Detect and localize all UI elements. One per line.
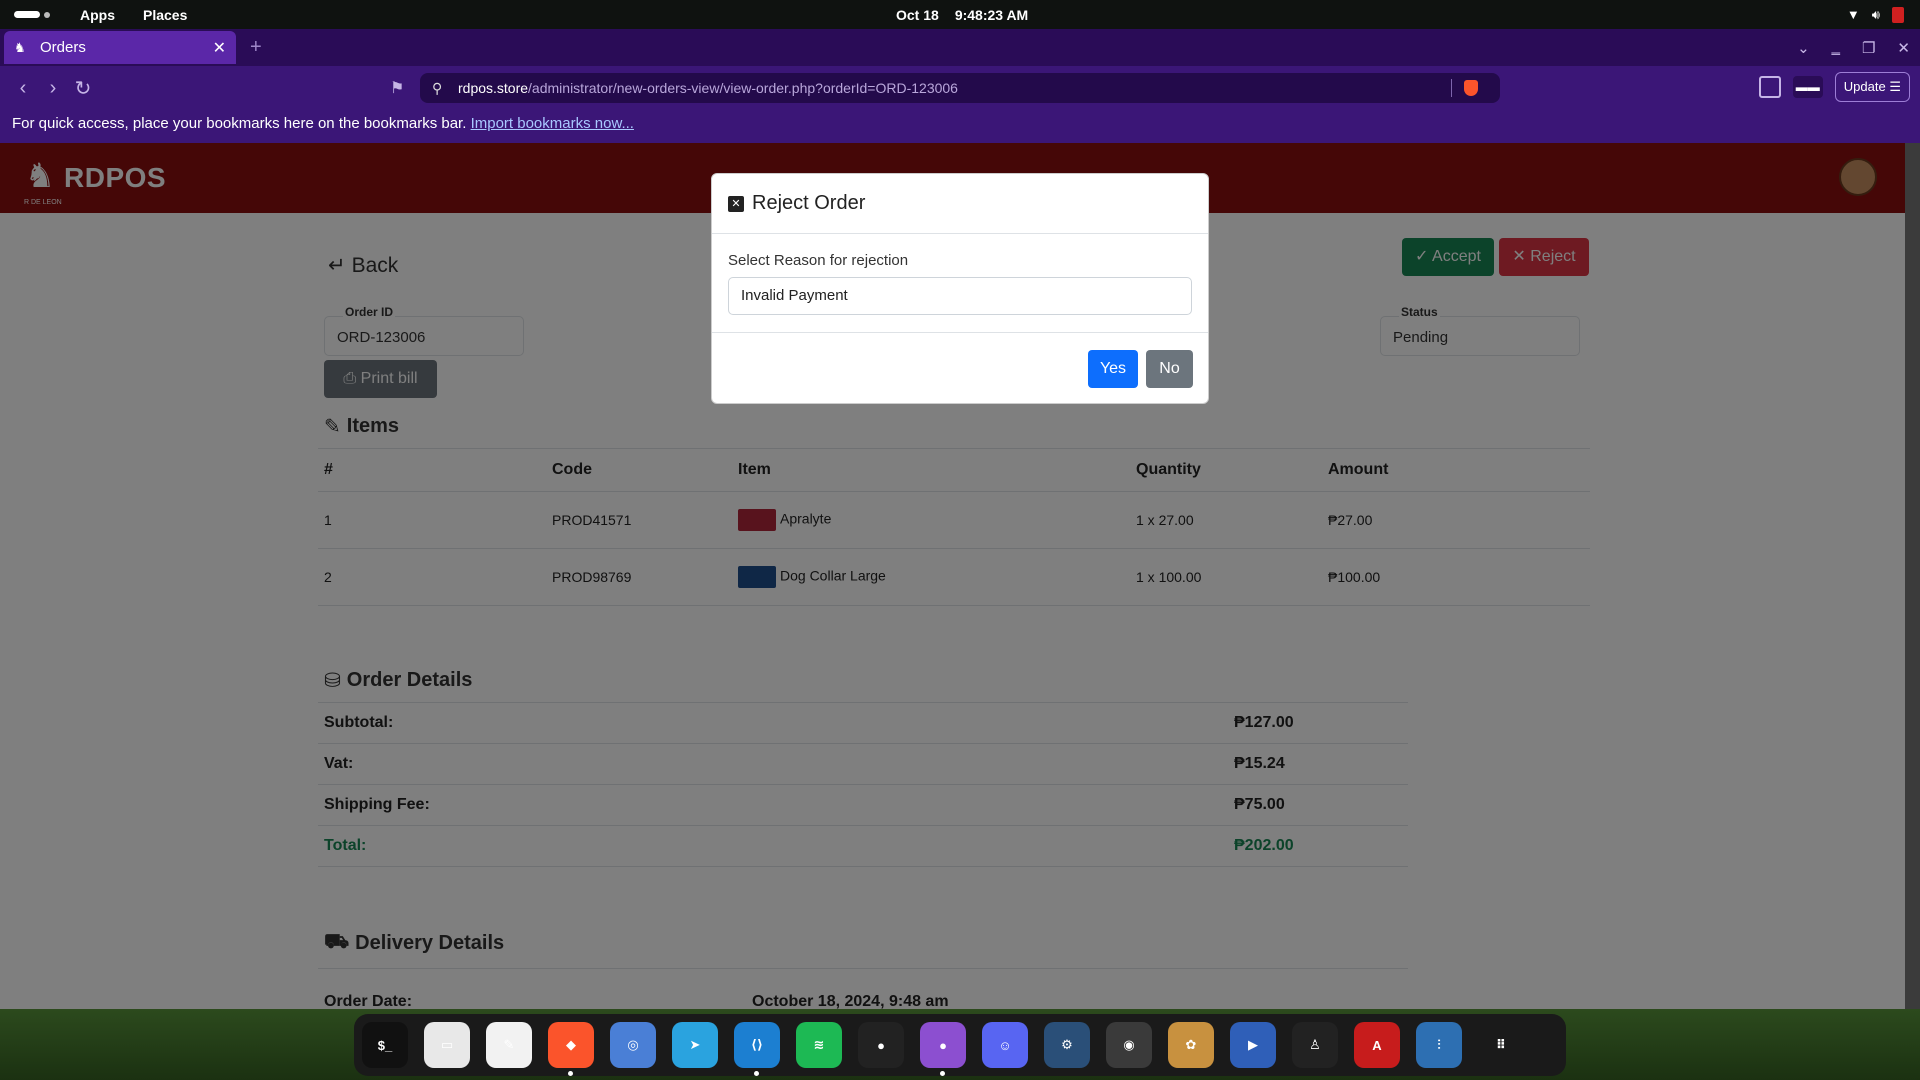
modal-header: ✕ Reject Order xyxy=(712,174,1208,234)
modal-body: Select Reason for rejection Invalid Paym… xyxy=(712,234,1208,333)
apps-menu[interactable]: Apps xyxy=(80,7,115,23)
new-tab-icon[interactable]: + xyxy=(250,36,262,59)
system-tray[interactable]: ▼ 🔊︎ xyxy=(1846,6,1904,23)
github-icon[interactable]: ● xyxy=(858,1022,904,1068)
modal-title: Reject Order xyxy=(752,192,866,214)
chromium-icon[interactable]: ◎ xyxy=(610,1022,656,1068)
discord-icon[interactable]: ☺ xyxy=(982,1022,1028,1068)
inkscape-icon[interactable]: ♙ xyxy=(1292,1022,1338,1068)
running-indicator xyxy=(568,1071,573,1076)
game-icon[interactable]: ✿ xyxy=(1168,1022,1214,1068)
pdf-icon[interactable]: A xyxy=(1354,1022,1400,1068)
tab-title: Orders xyxy=(40,39,86,56)
bookmark-icon[interactable]: ⚑ xyxy=(390,78,404,98)
browser-toolbar: ‹ › ↻ ⚑ ⚲ rdpos.store/administrator/new-… xyxy=(0,66,1920,110)
page-scrollbar[interactable] xyxy=(1905,143,1920,1009)
shopping-bag-x-icon: ✕ xyxy=(728,195,744,212)
sidebar-icon[interactable] xyxy=(1758,76,1781,98)
address-divider xyxy=(1451,79,1452,97)
battery-icon xyxy=(1892,6,1904,23)
import-bookmarks-link[interactable]: Import bookmarks now... xyxy=(471,115,634,132)
yes-button[interactable]: Yes xyxy=(1088,350,1138,388)
update-label: Update xyxy=(1843,79,1886,94)
bookmarks-bar: For quick access, place your bookmarks h… xyxy=(0,110,1920,143)
toolbar-actions: ▬▬ Update ☰ xyxy=(1758,72,1910,102)
wifi-icon: ▼ xyxy=(1846,7,1860,22)
tab-search-icon[interactable]: ⌄ xyxy=(1797,39,1810,57)
activities-indicator[interactable] xyxy=(14,11,50,18)
site-favicon-icon: ♞ xyxy=(14,39,26,55)
places-menu[interactable]: Places xyxy=(143,7,187,23)
volume-icon: 🔊︎ xyxy=(1871,6,1880,22)
brave-shields-icon[interactable] xyxy=(1464,80,1478,96)
brave-icon[interactable]: ◆ xyxy=(548,1022,594,1076)
github-desktop-icon[interactable]: ● xyxy=(920,1022,966,1076)
telegram-icon[interactable]: ➤ xyxy=(672,1022,718,1068)
dock: $_ ▭ ✎ ◆ ◎ ➤ ⟨⟩ ≋ ● ● ☺ ⚙ ◉ ✿ ▶ ♙ A ⫶ ⠿ xyxy=(354,1014,1566,1076)
steam-icon[interactable]: ⚙ xyxy=(1044,1022,1090,1068)
no-button[interactable]: No xyxy=(1146,350,1193,388)
window-controls: ⌄ ‗ ❐ ✕ xyxy=(1797,29,1910,66)
reason-label: Select Reason for rejection xyxy=(728,252,909,269)
spotify-icon[interactable]: ≋ xyxy=(796,1022,842,1068)
address-bar[interactable]: ⚲ rdpos.store/administrator/new-orders-v… xyxy=(420,73,1500,103)
wallet-icon[interactable]: ▬▬ xyxy=(1792,76,1823,98)
back-arrow-icon[interactable]: ‹ xyxy=(8,77,38,100)
clock[interactable]: Oct 18 9:48:23 AM xyxy=(896,7,1028,23)
close-tab-icon[interactable]: ✕ xyxy=(213,38,226,58)
app-grid-icon[interactable]: ⠿ xyxy=(1478,1022,1524,1068)
site-info-icon[interactable]: ⚲ xyxy=(432,80,458,97)
tab-orders[interactable]: ♞ Orders ✕ xyxy=(4,31,236,64)
reload-icon[interactable]: ↻ xyxy=(68,76,98,101)
video-editor-icon[interactable]: ▶ xyxy=(1230,1022,1276,1068)
terminal-icon[interactable]: $_ xyxy=(362,1022,408,1068)
web-page: ♞ RDPOS R DE LEON ↵ Back ✓ Accept ✕ Reje… xyxy=(0,143,1905,1009)
text-editor-icon[interactable]: ✎ xyxy=(486,1022,532,1068)
mixer-icon[interactable]: ⫶ xyxy=(1416,1022,1462,1068)
restore-icon[interactable]: ❐ xyxy=(1862,39,1875,57)
close-window-icon[interactable]: ✕ xyxy=(1897,39,1910,57)
clock-date: Oct 18 xyxy=(896,6,939,23)
forward-arrow-icon[interactable]: › xyxy=(38,77,68,100)
vscode-icon[interactable]: ⟨⟩ xyxy=(734,1022,780,1076)
files-icon[interactable]: ▭ xyxy=(424,1022,470,1068)
bookmarks-hint: For quick access, place your bookmarks h… xyxy=(12,115,467,132)
clock-time: 9:48:23 AM xyxy=(954,6,1029,23)
reject-order-modal: ✕ Reject Order Select Reason for rejecti… xyxy=(711,173,1209,404)
rejection-reason-select[interactable]: Invalid Payment xyxy=(728,277,1192,315)
update-button[interactable]: Update ☰ xyxy=(1834,72,1910,102)
url-host: rdpos.store xyxy=(458,80,529,96)
system-top-bar: Apps Places Oct 18 9:48:23 AM ▼ 🔊︎ xyxy=(0,0,1920,29)
tab-strip: ♞ Orders ✕ + ⌄ ‗ ❐ ✕ xyxy=(0,29,1920,66)
obs-icon[interactable]: ◉ xyxy=(1106,1022,1152,1068)
running-indicator xyxy=(940,1071,945,1076)
minimize-icon[interactable]: ‗ xyxy=(1832,39,1840,56)
modal-footer: Yes No xyxy=(1088,350,1193,388)
running-indicator xyxy=(754,1071,759,1076)
url-path: /administrator/new-orders-view/view-orde… xyxy=(528,80,958,96)
